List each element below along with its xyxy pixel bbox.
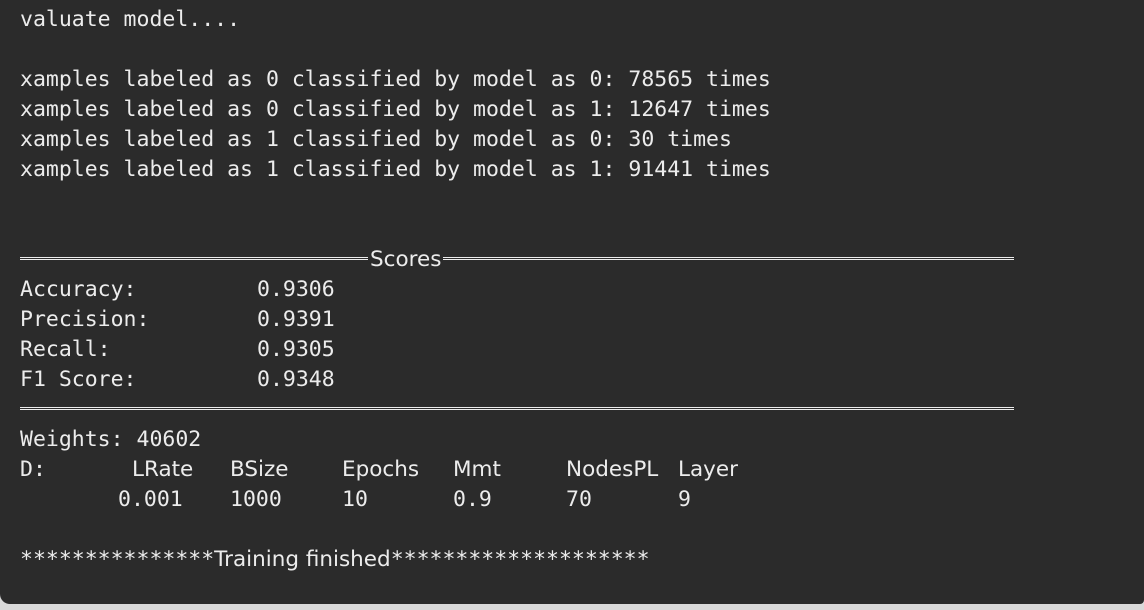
stars-left: *************** bbox=[20, 547, 215, 572]
param-header: Epochs bbox=[342, 457, 420, 482]
stars-right: ******************** bbox=[390, 547, 650, 572]
score-value: 0.9348 bbox=[257, 367, 335, 392]
score-value: 0.9305 bbox=[257, 337, 335, 362]
param-value: 1000 bbox=[230, 487, 282, 512]
clipped-previous-line bbox=[14, 0, 1144, 4]
score-value: 0.9391 bbox=[257, 307, 335, 332]
param-value: 9 bbox=[678, 487, 691, 512]
score-label: Accuracy: bbox=[20, 277, 137, 302]
confusion-line: xamples labeled as 1 classified by model… bbox=[20, 157, 771, 182]
param-header: LRate bbox=[132, 457, 194, 482]
training-finished-line: ***************Training finished********… bbox=[20, 545, 650, 575]
scores-bottom-separator bbox=[20, 407, 1014, 418]
confusion-line: xamples labeled as 0 classified by model… bbox=[20, 97, 771, 122]
scores-separator bbox=[20, 257, 1014, 268]
param-value: 0.9 bbox=[453, 487, 492, 512]
training-finished-text: Training finished bbox=[214, 547, 391, 572]
param-header: NodesPL bbox=[566, 457, 659, 482]
confusion-line: xamples labeled as 1 classified by model… bbox=[20, 127, 732, 152]
param-header: Mmt bbox=[453, 457, 501, 482]
param-value: 10 bbox=[342, 487, 368, 512]
scores-title: Scores bbox=[368, 245, 444, 275]
score-label: Recall: bbox=[20, 337, 111, 362]
confusion-line: xamples labeled as 0 classified by model… bbox=[20, 67, 771, 92]
score-label: Precision: bbox=[20, 307, 150, 332]
param-value: 0.001 bbox=[118, 487, 183, 512]
terminal-window[interactable]: valuate model.... xamples labeled as 0 c… bbox=[0, 0, 1144, 604]
weights-line: Weights: 40602 bbox=[20, 427, 202, 452]
score-label: F1 Score: bbox=[20, 367, 137, 392]
param-header: BSize bbox=[230, 457, 289, 482]
score-value: 0.9306 bbox=[257, 277, 335, 302]
evaluate-line: valuate model.... bbox=[20, 7, 241, 32]
param-value: 70 bbox=[566, 487, 592, 512]
param-header: Layer bbox=[678, 457, 738, 482]
params-row-label: D: bbox=[20, 457, 46, 482]
